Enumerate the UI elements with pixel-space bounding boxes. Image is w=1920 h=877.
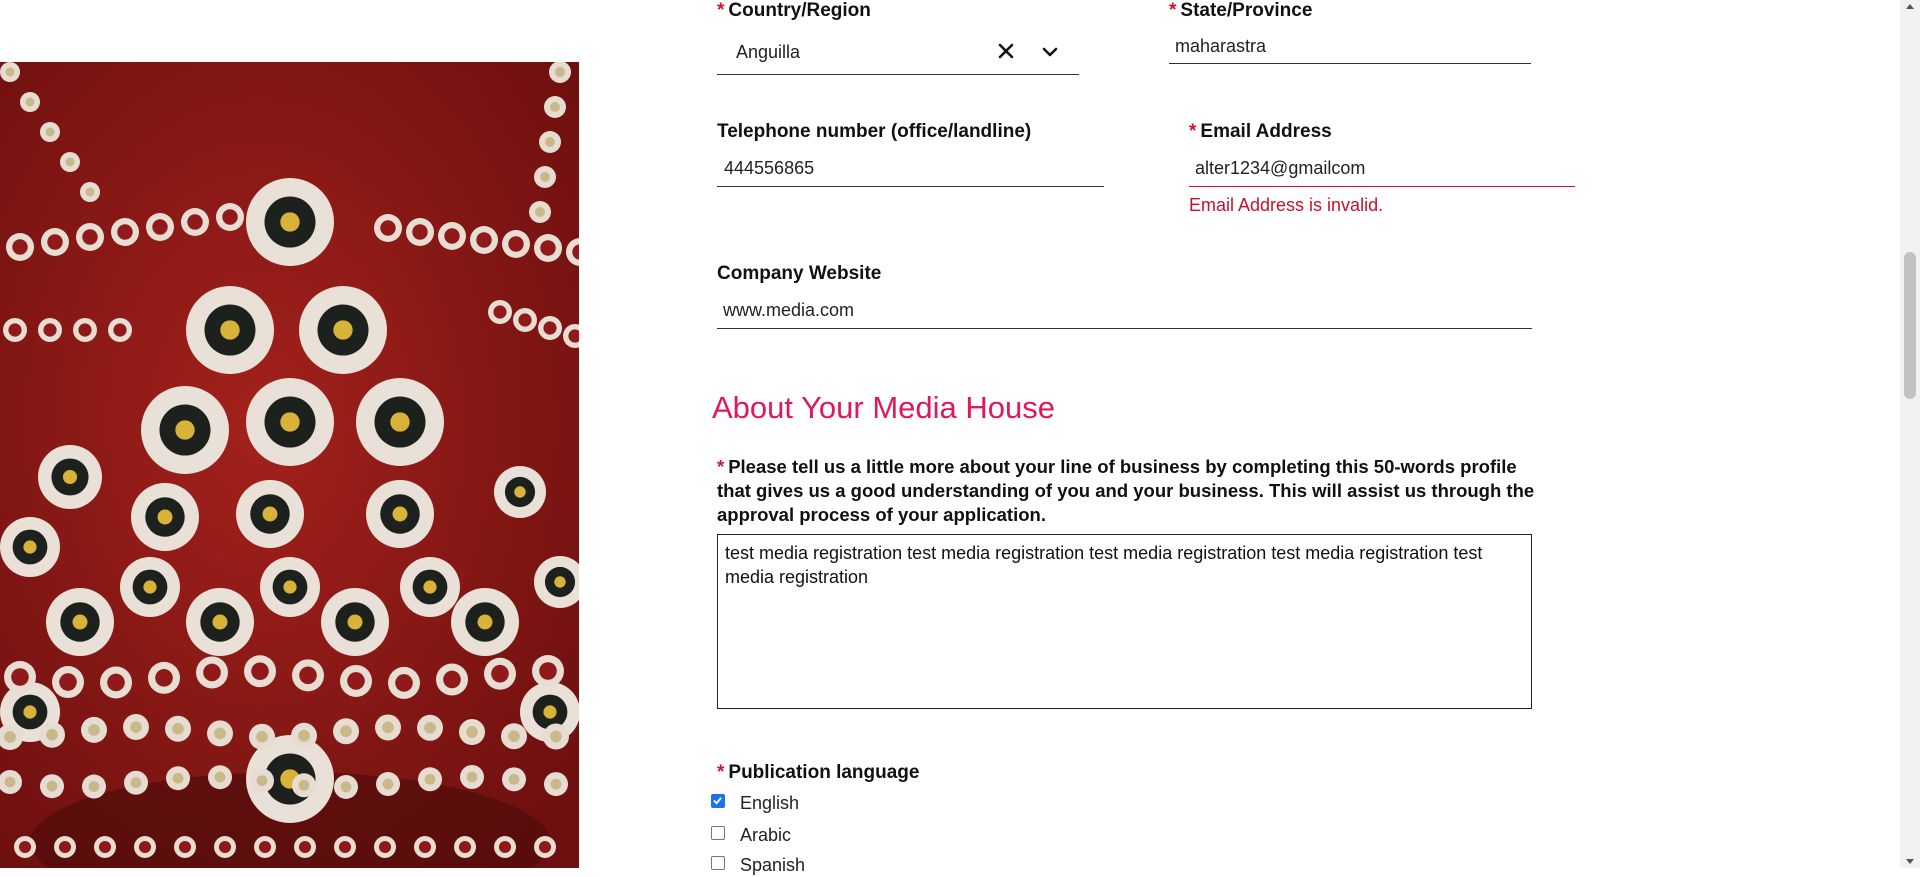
section-heading: About Your Media House [712, 390, 1055, 425]
website-label: Company Website [717, 263, 882, 284]
arabic-checkbox[interactable] [711, 826, 725, 840]
country-value: Anguilla [736, 42, 801, 62]
state-value: maharastra [1175, 36, 1267, 56]
website-value: www.media.com [723, 300, 855, 320]
chevron-down-icon[interactable] [1042, 45, 1058, 63]
required-marker: * [717, 762, 725, 783]
state-label-text: State/Province [1180, 0, 1313, 21]
required-marker: * [1169, 0, 1177, 21]
profile-question-text: Please tell us a little more about your … [717, 456, 1535, 525]
state-label: * State/Province [1169, 0, 1312, 22]
email-error-message: Email Address is invalid. [1189, 195, 1384, 215]
english-label: English [740, 793, 800, 813]
profile-textarea[interactable]: test media registration test media regis… [717, 534, 1532, 709]
scroll-down-arrow-icon[interactable] [1906, 859, 1914, 864]
state-input[interactable]: maharastra [1169, 30, 1531, 64]
country-select[interactable]: Anguilla [717, 30, 1079, 75]
country-label: * Country/Region [717, 0, 871, 22]
scroll-up-arrow-icon[interactable] [1906, 4, 1914, 9]
arabic-label: Arabic [740, 825, 792, 845]
scrollbar-thumb[interactable] [1904, 252, 1916, 399]
profile-question: * Please tell us a little more about your… [717, 455, 1542, 527]
email-input[interactable]: alter1234@gmailcom [1189, 152, 1575, 187]
page-scrollbar[interactable] [1900, 0, 1920, 868]
email-label: * Email Address [1189, 121, 1332, 143]
telephone-input[interactable]: 444556865 [717, 152, 1104, 187]
required-marker: * [717, 0, 725, 21]
spanish-label: Spanish [740, 855, 806, 875]
decorative-artwork-image [0, 62, 579, 868]
required-marker: * [717, 456, 725, 477]
publication-language-label-text: Publication language [728, 762, 920, 783]
required-marker: * [1189, 121, 1197, 142]
publication-language-label: * Publication language [717, 762, 919, 784]
profile-textarea-value: test media registration test media regis… [725, 543, 1483, 587]
website-input[interactable]: www.media.com [717, 294, 1532, 329]
close-icon[interactable] [998, 43, 1014, 64]
telephone-label: Telephone number (office/landline) [717, 121, 1032, 142]
country-label-text: Country/Region [728, 0, 871, 21]
email-label-text: Email Address [1200, 121, 1332, 142]
english-checkbox[interactable] [711, 794, 725, 808]
telephone-value: 444556865 [724, 158, 815, 178]
email-value: alter1234@gmailcom [1195, 158, 1366, 178]
